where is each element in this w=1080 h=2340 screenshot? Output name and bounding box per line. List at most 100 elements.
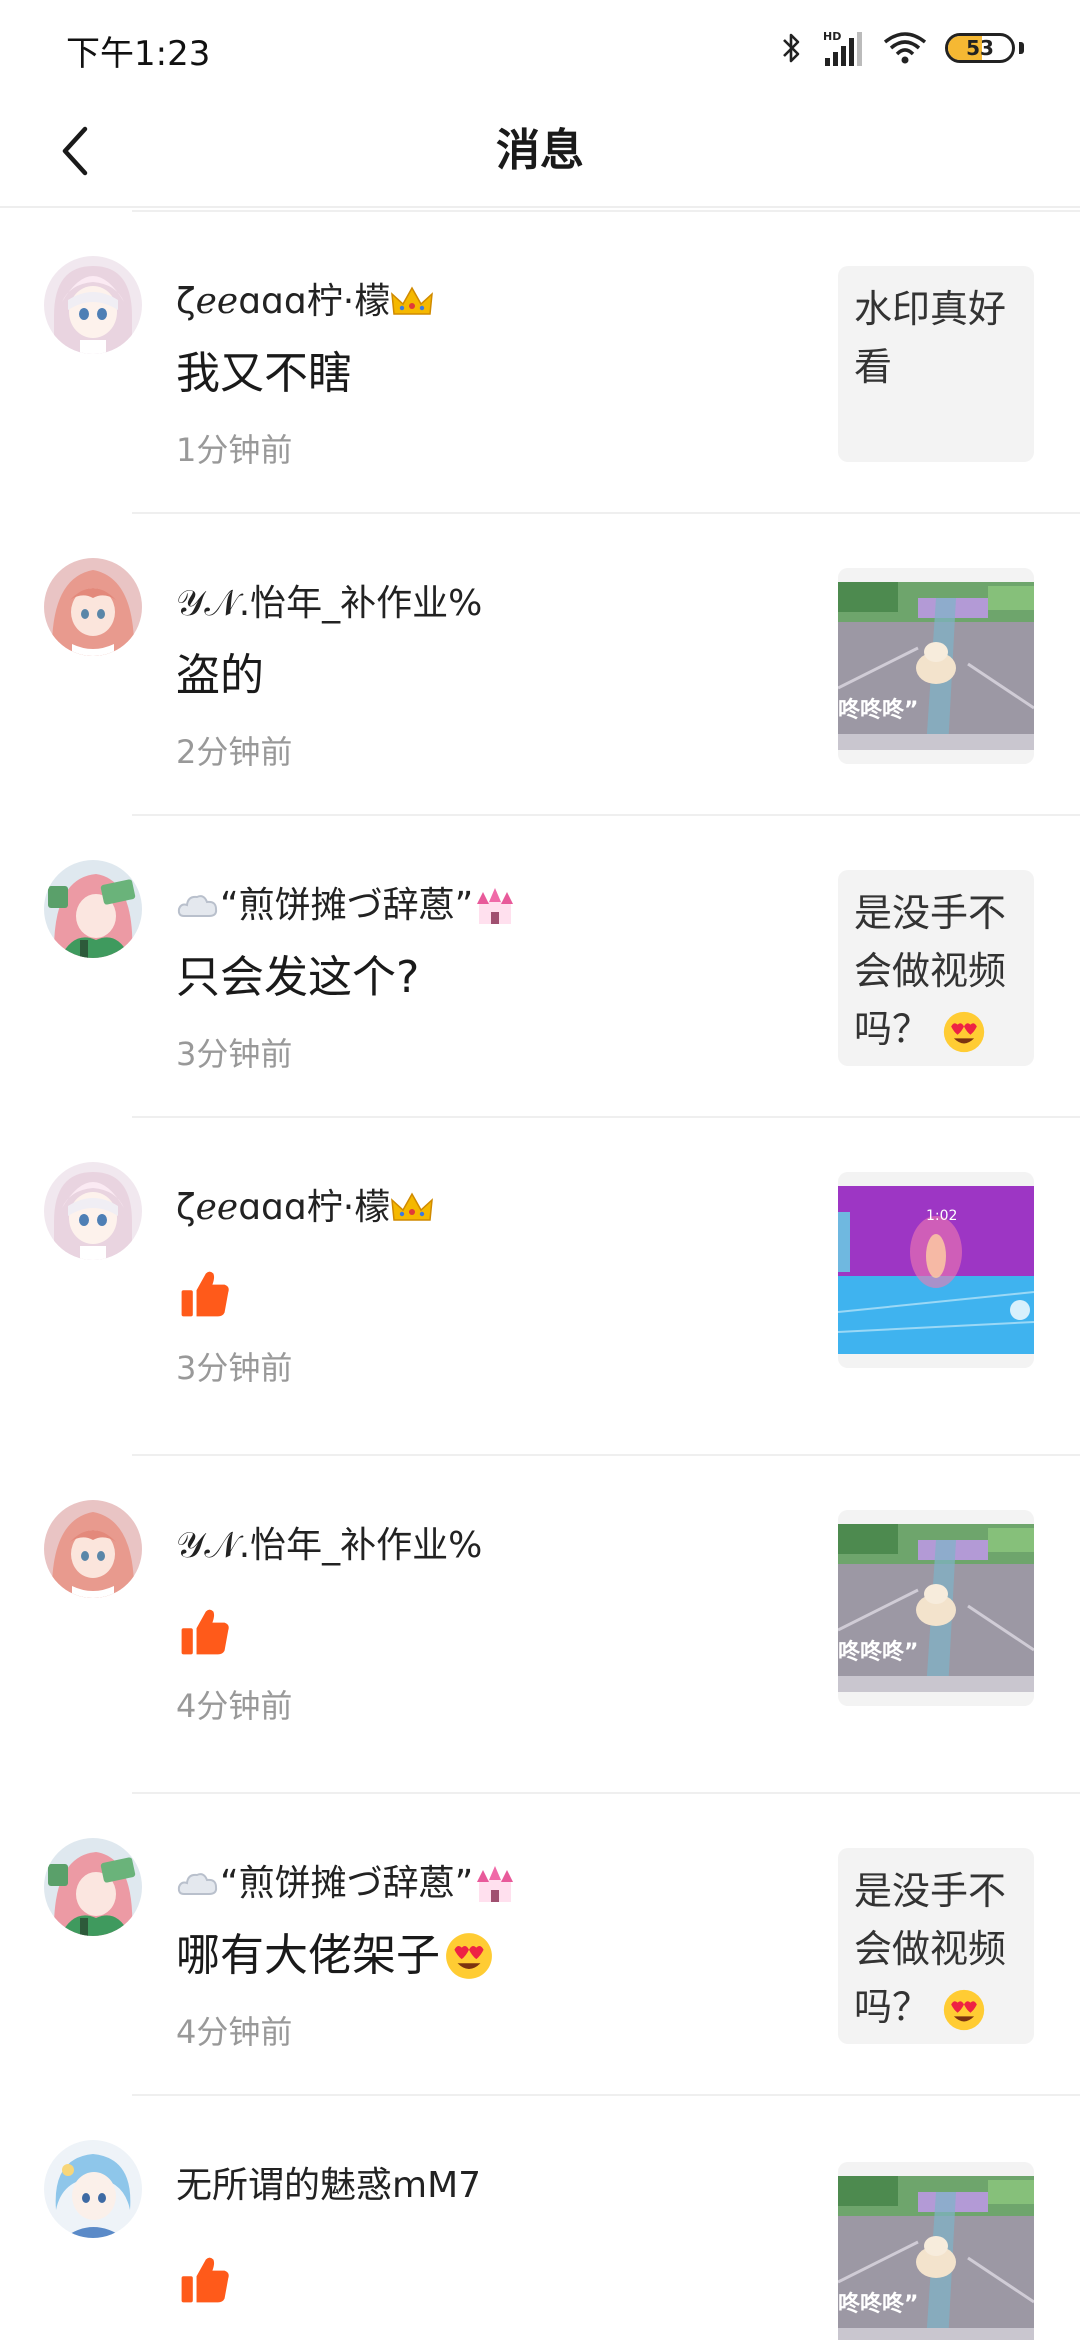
preview-video-thumbnail[interactable]: 咚咚咚”: [838, 1510, 1034, 1706]
message-time: 4分钟前: [176, 1687, 293, 1725]
message-time: 4分钟前: [176, 2013, 293, 2051]
message-content: ζℯℯɑɑɑ柠·檬 我又不瞎 1分钟前: [176, 278, 796, 470]
divider: [132, 1454, 1080, 1456]
avatar-image: [44, 256, 142, 354]
message-time: 3分钟前: [176, 1349, 293, 1387]
thumbs-up-icon: [176, 1604, 232, 1660]
list-item[interactable]: “煎饼摊づ辞蒽” 哪有大佬架子 4分钟前 是没手不会做视频吗？: [0, 1792, 1080, 2094]
battery-level: 53: [966, 36, 994, 60]
crown-icon: [390, 284, 434, 320]
message-text-content: 哪有大佬架子: [176, 1930, 440, 1981]
message-text: 只会发这个?: [176, 952, 420, 1003]
thumbs-up-icon: [176, 2252, 232, 2308]
message-content: 𝒴𝒩.怡年_补作业% 盗的 2分钟前: [176, 580, 796, 772]
wifi-icon: [883, 32, 927, 64]
username[interactable]: ζℯℯɑɑɑ柠·檬: [176, 278, 796, 326]
video-caption: 咚咚咚”: [838, 1640, 919, 1665]
castle-icon: [473, 886, 517, 926]
like-indicator: [176, 2250, 796, 2310]
avatar[interactable]: [44, 2140, 142, 2238]
thumbs-up-icon: [176, 1266, 232, 1322]
message-content: 无所谓的魅惑mM7: [176, 2162, 796, 2310]
list-item[interactable]: 𝒴𝒩.怡年_补作业% 盗的 2分钟前 咚咚咚”: [0, 512, 1080, 814]
avatar-image: [44, 1162, 142, 1260]
divider: [132, 210, 1080, 212]
divider: [132, 2094, 1080, 2096]
preview-text-content: 水印真好看: [854, 287, 1007, 389]
list-item[interactable]: 无所谓的魅惑mM7 咚咚咚”: [0, 2094, 1080, 2340]
list-item[interactable]: “煎饼摊づ辞蒽” 只会发这个? 3分钟前 是没手不会做视频吗？: [0, 814, 1080, 1116]
message-text: 哪有大佬架子: [176, 1926, 796, 1986]
avatar[interactable]: [44, 558, 142, 656]
video-caption: 1:02: [926, 1208, 958, 1224]
username-text: ζℯℯɑɑɑ柠·檬: [176, 281, 391, 322]
status-bar: 下午1:23 HD 53: [0, 0, 1080, 96]
avatar-image: [44, 558, 142, 656]
username-text: “煎饼摊づ辞蒽”: [220, 1863, 474, 1904]
preview-video-thumbnail[interactable]: 咚咚咚”: [838, 568, 1034, 764]
divider: [132, 512, 1080, 514]
username[interactable]: 𝒴𝒩.怡年_补作业%: [176, 1522, 796, 1570]
message-text: 盗的: [176, 650, 264, 701]
avatar[interactable]: [44, 1500, 142, 1598]
list-item[interactable]: 𝒴𝒩.怡年_补作业% 4分钟前 咚咚咚”: [0, 1454, 1080, 1792]
avatar[interactable]: [44, 1162, 142, 1260]
username[interactable]: ζℯℯɑɑɑ柠·檬: [176, 1184, 796, 1232]
avatar-image: [44, 1838, 142, 1936]
video-frame-image: [838, 1510, 1034, 1706]
nav-bar: 消息: [0, 96, 1080, 208]
divider: [132, 1792, 1080, 1794]
status-icons: HD 53: [781, 26, 1024, 70]
avatar-image: [44, 2140, 142, 2238]
message-content: 𝒴𝒩.怡年_补作业% 4分钟前: [176, 1522, 796, 1726]
battery-cap: [1019, 42, 1024, 54]
crown-icon: [390, 1190, 434, 1226]
message-content: “煎饼摊づ辞蒽” 哪有大佬架子 4分钟前: [176, 1860, 796, 2052]
heart-eyes-emoji-icon: [942, 1988, 986, 2032]
list-item[interactable]: ζℯℯɑɑɑ柠·檬 3分钟前 1:02: [0, 1116, 1080, 1454]
message-time: 1分钟前: [176, 431, 293, 469]
message-time: 3分钟前: [176, 1035, 293, 1073]
username[interactable]: “煎饼摊づ辞蒽”: [176, 1860, 796, 1908]
username[interactable]: 无所谓的魅惑mM7: [176, 2162, 796, 2210]
message-content: “煎饼摊づ辞蒽” 只会发这个? 3分钟前: [176, 882, 796, 1074]
preview-text[interactable]: 是没手不会做视频吗？: [838, 1848, 1034, 2044]
message-content: ζℯℯɑɑɑ柠·檬 3分钟前: [176, 1184, 796, 1388]
like-indicator: [176, 1264, 796, 1324]
message-time: 2分钟前: [176, 733, 293, 771]
video-frame-image: [838, 1172, 1034, 1368]
cloud-icon: [176, 1866, 220, 1902]
message-text: 我又不瞎: [176, 348, 352, 399]
cloud-icon: [176, 888, 220, 924]
castle-icon: [473, 1864, 517, 1904]
signal-icon: HD: [823, 30, 862, 66]
video-frame-image: [838, 568, 1034, 764]
like-indicator: [176, 1602, 796, 1662]
username[interactable]: “煎饼摊づ辞蒽”: [176, 882, 796, 930]
preview-video-thumbnail[interactable]: 咚咚咚”: [838, 2162, 1034, 2340]
avatar[interactable]: [44, 256, 142, 354]
preview-video-thumbnail[interactable]: 1:02: [838, 1172, 1034, 1368]
message-list: ζℯℯɑɑɑ柠·檬 我又不瞎 1分钟前 水印真好看 𝒴𝒩.怡年_补作业% 盗的 …: [0, 210, 1080, 2340]
username[interactable]: 𝒴𝒩.怡年_补作业%: [176, 580, 796, 628]
avatar[interactable]: [44, 860, 142, 958]
battery-indicator: 53: [945, 33, 1015, 63]
username-text: 无所谓的魅惑mM7: [176, 2165, 482, 2206]
heart-eyes-emoji-icon: [942, 1010, 986, 1054]
video-caption: 咚咚咚”: [838, 2292, 919, 2317]
list-item[interactable]: ζℯℯɑɑɑ柠·檬 我又不瞎 1分钟前 水印真好看: [0, 210, 1080, 512]
heart-eyes-emoji-icon: [444, 1931, 494, 1981]
username-text: “煎饼摊づ辞蒽”: [220, 885, 474, 926]
username-text: 𝒴𝒩.怡年_补作业%: [176, 1525, 483, 1566]
network-type-label: HD: [823, 30, 841, 43]
preview-text[interactable]: 是没手不会做视频吗？: [838, 870, 1034, 1066]
page-title: 消息: [496, 125, 584, 176]
video-caption: 咚咚咚”: [838, 698, 919, 723]
bluetooth-icon: [783, 33, 800, 63]
status-time: 下午1:23: [66, 34, 211, 74]
divider: [132, 1116, 1080, 1118]
avatar[interactable]: [44, 1838, 142, 1936]
preview-text[interactable]: 水印真好看: [838, 266, 1034, 462]
avatar-image: [44, 1500, 142, 1598]
divider: [132, 814, 1080, 816]
